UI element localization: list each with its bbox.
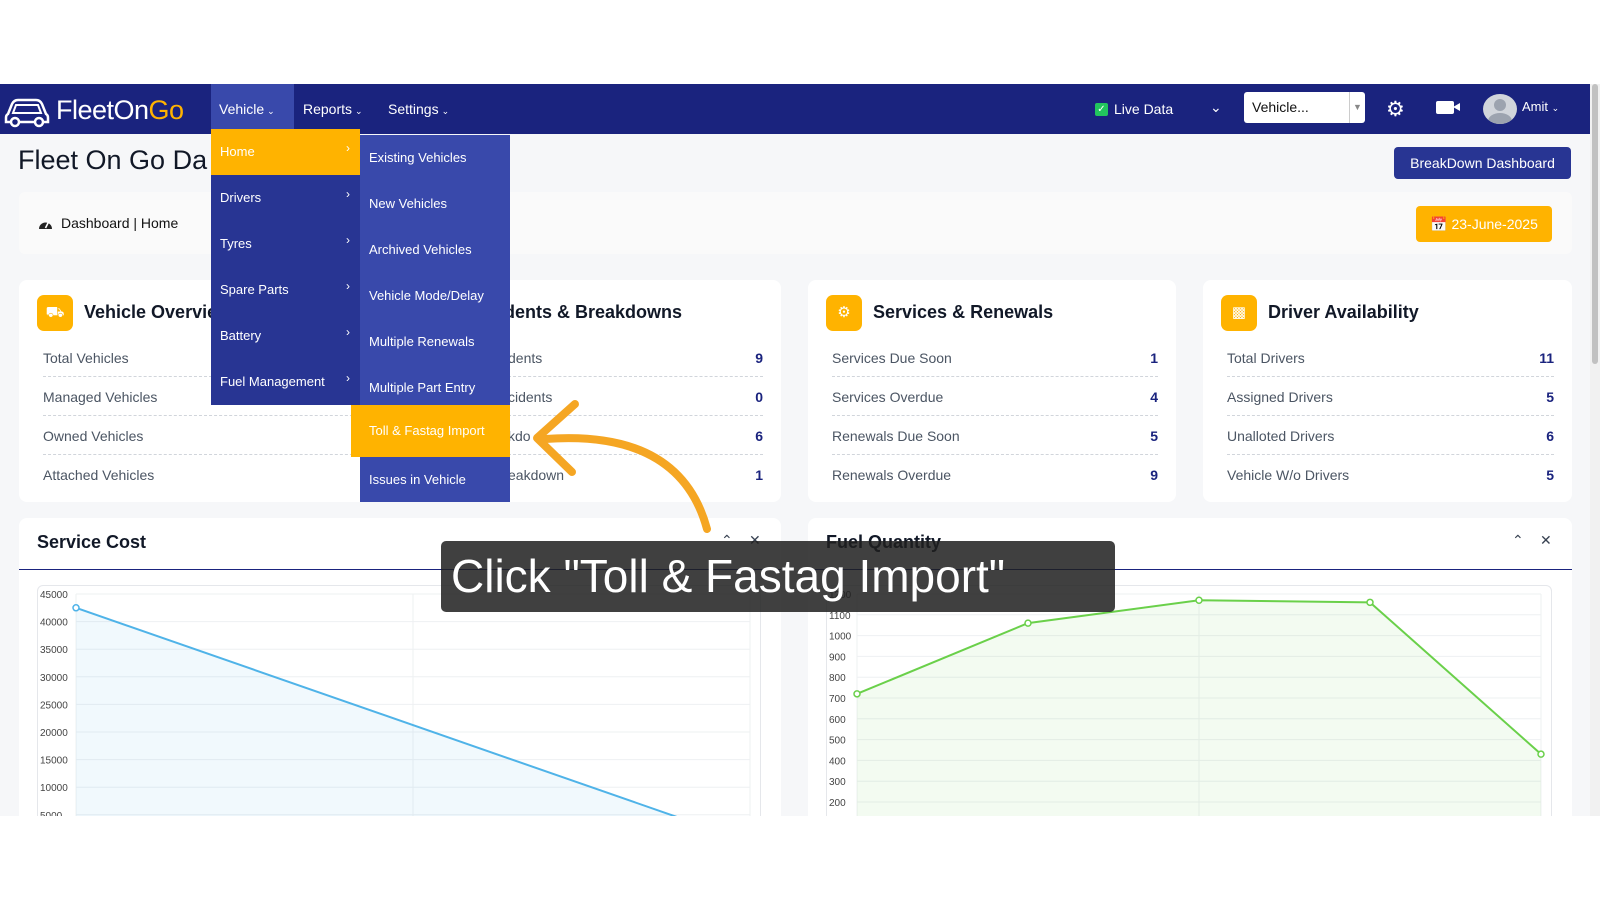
app-frame: FleetOnGo Vehicle ⌄ Reports ⌄ Settings ⌄ ✓ …: [0, 84, 1590, 816]
callout-arrow: [533, 400, 711, 533]
scrollbar-thumb[interactable]: [1592, 84, 1598, 364]
instruction-callout: Click "Toll & Fastag Import": [441, 541, 1115, 612]
scrollbar[interactable]: [1590, 84, 1600, 816]
